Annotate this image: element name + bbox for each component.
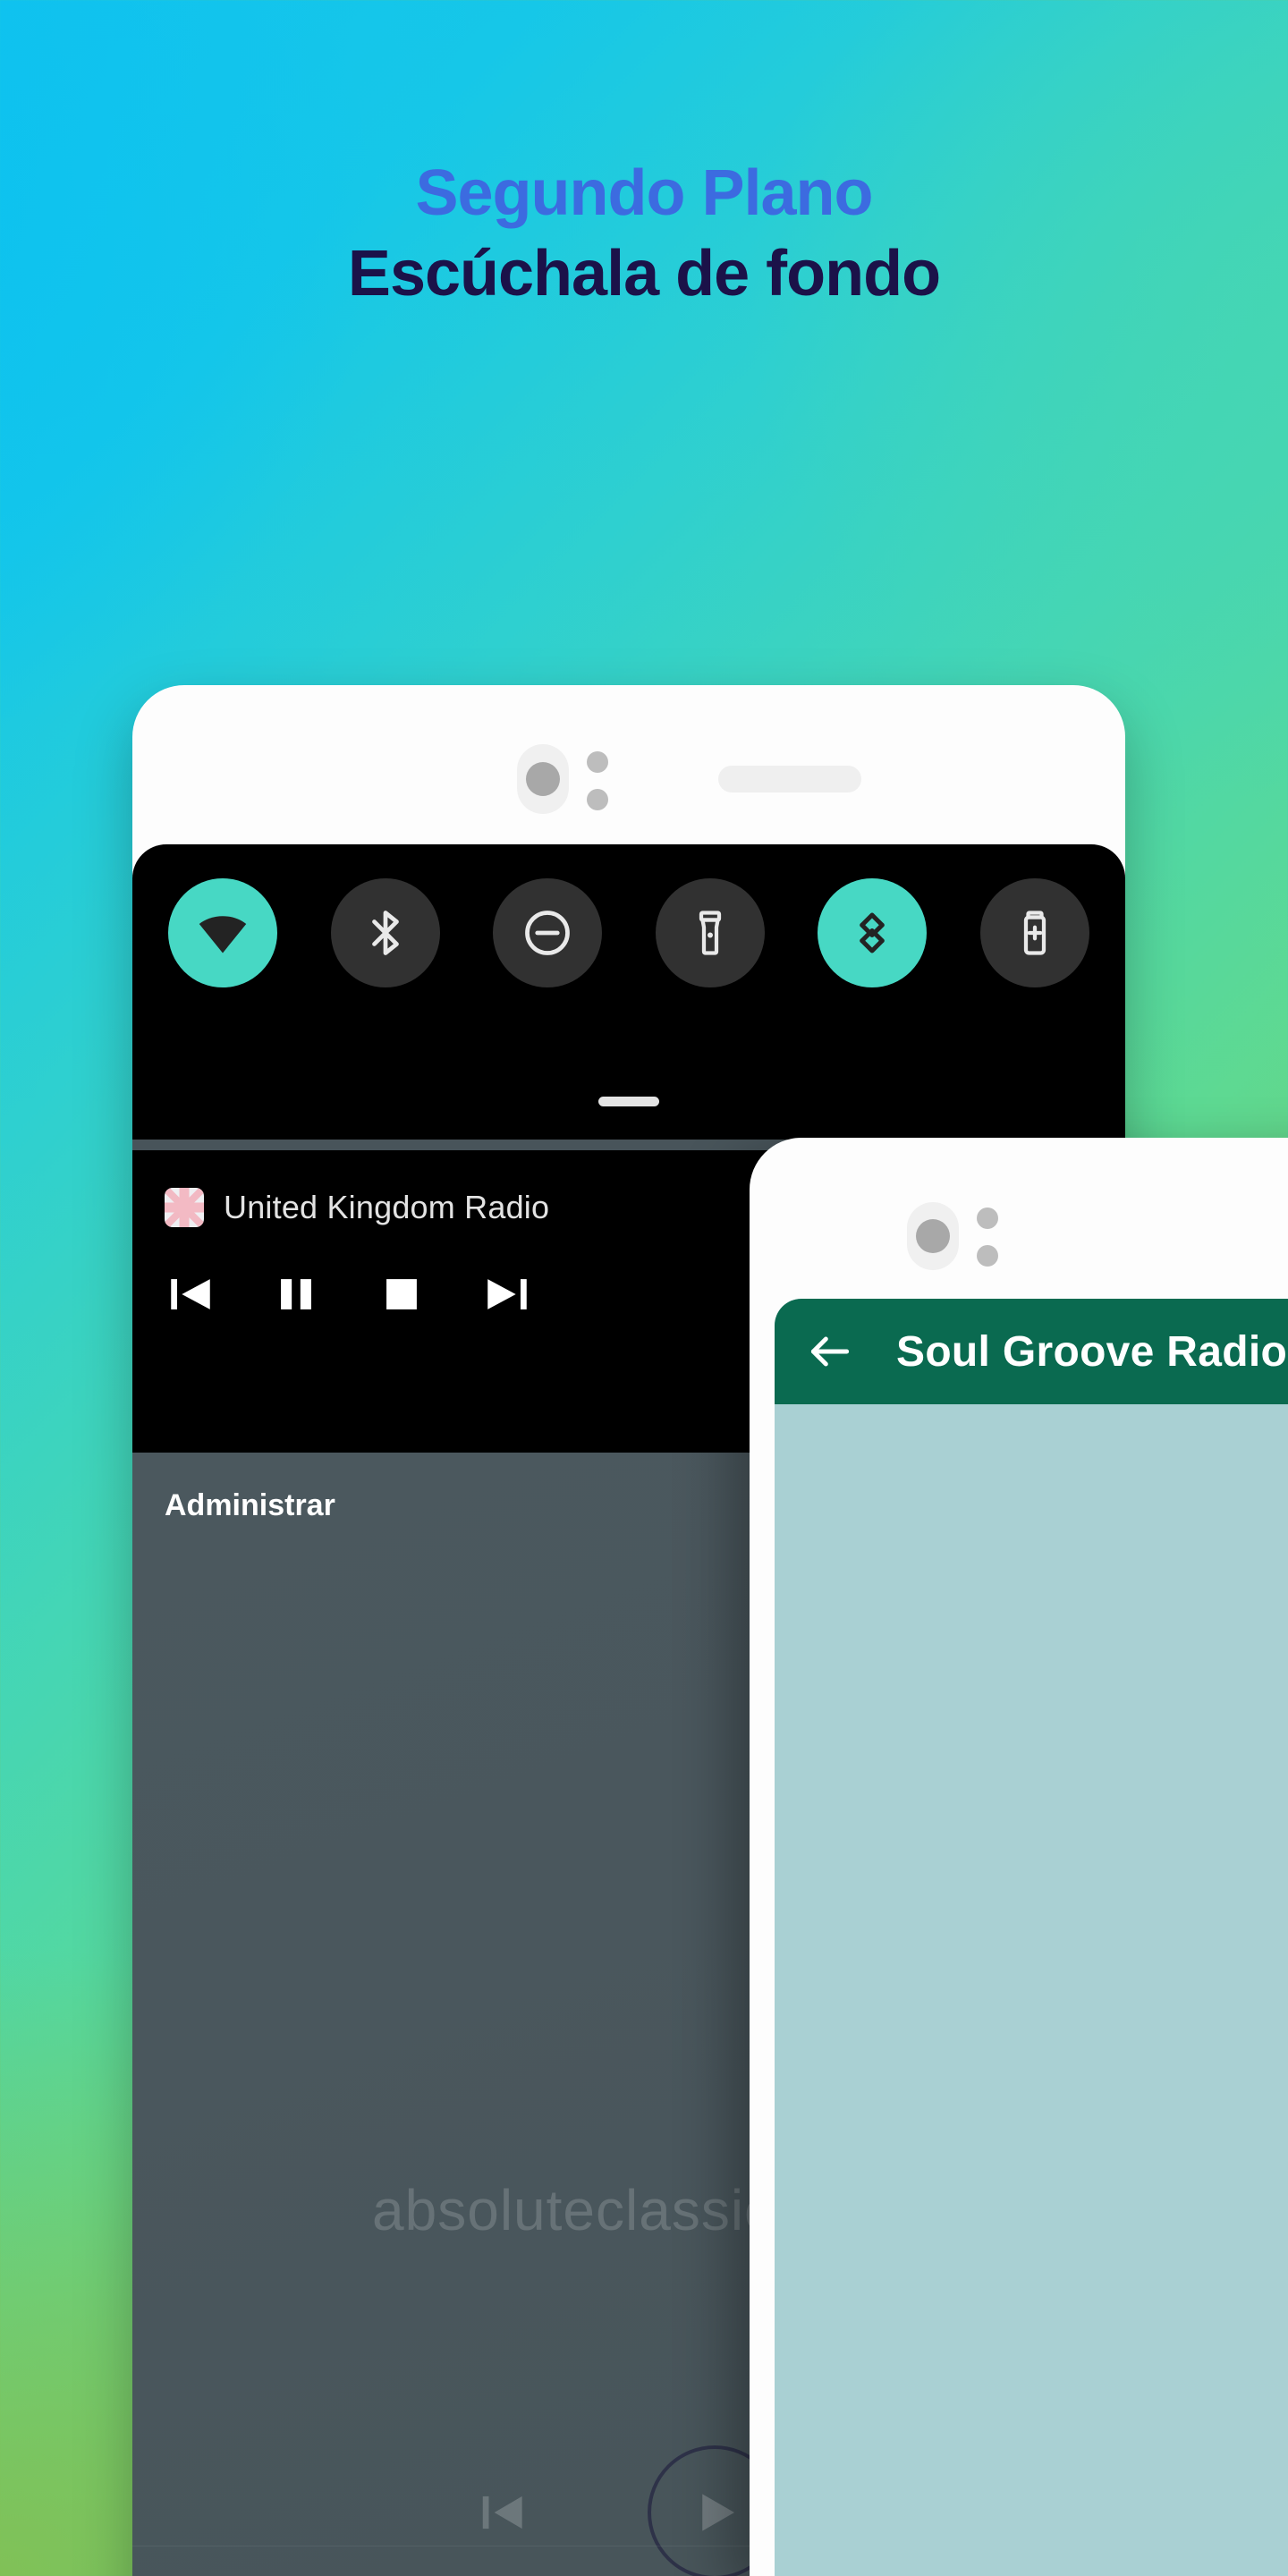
uk-flag-icon bbox=[165, 1188, 204, 1227]
phone2-screen: Soul Groove Radio bbox=[775, 1299, 1288, 2576]
next-button[interactable] bbox=[481, 1268, 533, 1320]
quick-tile-wifi[interactable] bbox=[168, 878, 277, 987]
quick-tile-battery-saver[interactable] bbox=[979, 878, 1089, 987]
wifi-icon bbox=[196, 906, 250, 960]
section-label-administrar: Administrar bbox=[165, 1488, 335, 1522]
flashlight-icon bbox=[683, 906, 737, 960]
player-previous-button[interactable] bbox=[476, 2485, 531, 2540]
quick-tile-auto-rotate[interactable] bbox=[818, 878, 928, 987]
front-camera-icon bbox=[517, 744, 569, 814]
app-bar: Soul Groove Radio bbox=[775, 1299, 1288, 1404]
notification-shade-drag-handle[interactable] bbox=[598, 1097, 659, 1106]
headline-secondary: Escúchala de fondo bbox=[347, 237, 941, 309]
arrow-left-icon[interactable] bbox=[805, 1326, 855, 1377]
quick-tile-bluetooth[interactable] bbox=[330, 878, 440, 987]
pause-button[interactable] bbox=[270, 1268, 322, 1320]
front-camera-icon bbox=[907, 1202, 959, 1270]
earpiece-speaker-icon bbox=[718, 766, 861, 792]
do-not-disturb-icon bbox=[521, 906, 574, 960]
stop-button[interactable] bbox=[376, 1268, 428, 1320]
headline-block: Segundo Plano Escúchala de fondo bbox=[0, 157, 1288, 309]
auto-rotate-icon bbox=[845, 906, 899, 960]
sensor-dots-icon bbox=[975, 1208, 1000, 1268]
app-bar-title: Soul Groove Radio bbox=[896, 1327, 1288, 1376]
phone1-top-bezel bbox=[132, 744, 1125, 818]
battery-saver-icon bbox=[1008, 906, 1062, 960]
sensor-dots-icon bbox=[585, 751, 610, 814]
headline-primary: Segundo Plano bbox=[415, 157, 873, 229]
previous-button[interactable] bbox=[165, 1268, 216, 1320]
phone-mockup-back: Soul Groove Radio bbox=[750, 1138, 1288, 2576]
bluetooth-icon bbox=[359, 906, 412, 960]
quick-tile-do-not-disturb[interactable] bbox=[493, 878, 603, 987]
quick-settings-row bbox=[132, 878, 1125, 987]
media-notification-title: United Kingdom Radio bbox=[224, 1189, 550, 1225]
phone2-top-bezel bbox=[750, 1202, 1288, 1274]
quick-tile-flashlight[interactable] bbox=[655, 878, 765, 987]
